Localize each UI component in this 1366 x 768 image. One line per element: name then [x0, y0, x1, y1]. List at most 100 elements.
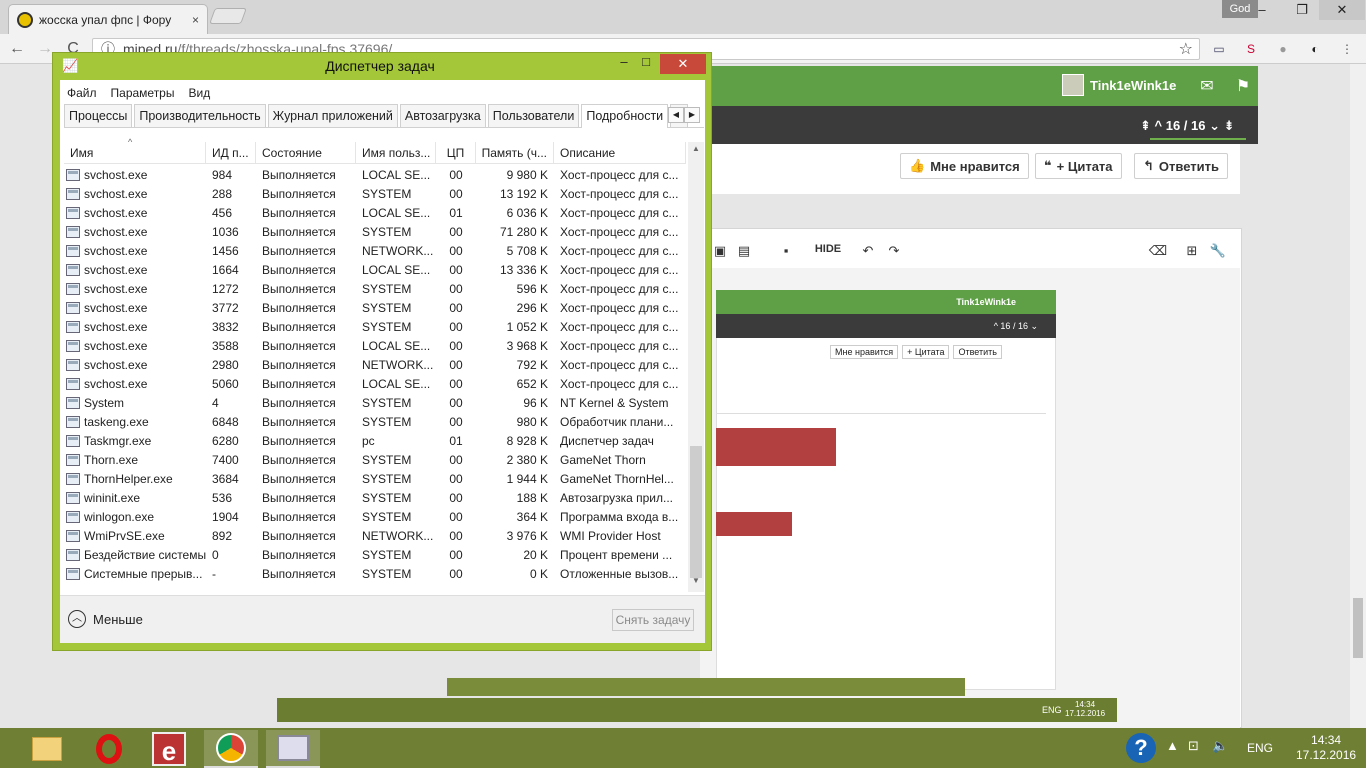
menu-file[interactable]: Файл [67, 86, 97, 100]
browser-tab-active[interactable]: жосска упал фпс | Фору × [8, 4, 208, 34]
wrench-icon[interactable]: 🔧 [1208, 243, 1228, 261]
table-row[interactable]: svchost.exe 2980 Выполняется NETWORK... 00 79… [64, 355, 686, 374]
scroll-down-icon[interactable]: ▼ [688, 576, 704, 590]
task-manager-taskbar-icon[interactable] [266, 730, 320, 768]
language-indicator[interactable]: ENG [1247, 741, 1273, 755]
col-memory[interactable]: Память (ч... [476, 142, 554, 163]
sync-extension-icon[interactable]: ◐ [1306, 40, 1324, 58]
cell-pid: 3772 [212, 300, 239, 315]
menu-kebab-icon[interactable]: ⋮ [1338, 40, 1356, 58]
table-row[interactable]: svchost.exe 1272 Выполняется SYSTEM 00 596 K Х… [64, 279, 686, 298]
close-window-icon[interactable]: ✕ [1319, 0, 1365, 20]
expand-icon[interactable]: ⊞ [1182, 243, 1202, 261]
col-cpu[interactable]: ЦП [436, 142, 476, 163]
clock-date: 17.12.2016 [1296, 748, 1357, 762]
col-description[interactable]: Описание [554, 142, 686, 163]
table-row[interactable]: WmiPrvSE.exe 892 Выполняется NETWORK... 00 3 … [64, 526, 686, 545]
table-row[interactable]: svchost.exe 1036 Выполняется SYSTEM 00 71 280… [64, 222, 686, 241]
tab-app-history[interactable]: Журнал приложений [267, 104, 398, 127]
end-task-button[interactable]: Снять задачу [612, 609, 694, 631]
flag-icon[interactable]: ⚑ [1234, 76, 1252, 95]
undo-icon[interactable]: ↶ [858, 243, 878, 261]
help-icon[interactable]: ? [1126, 733, 1156, 763]
system-clock[interactable]: 14:34 17.12.2016 [1296, 733, 1356, 763]
table-row[interactable]: Thorn.exe 7400 Выполняется SYSTEM 00 2 380 K G… [64, 450, 686, 469]
tab-users[interactable]: Пользователи [487, 104, 580, 127]
table-row[interactable]: Системные прерыв... - Выполняется SYSTEM 00 0… [64, 564, 686, 583]
cast-extension-icon[interactable]: ▭ [1210, 40, 1228, 58]
process-scrollbar-thumb[interactable] [690, 446, 702, 578]
page-navigation[interactable]: ⇞ ^ 16 / 16 ⌄ ⇟ [1140, 118, 1234, 134]
chrome-icon[interactable] [204, 730, 258, 768]
cell-pid: 536 [212, 490, 233, 505]
table-row[interactable]: svchost.exe 456 Выполняется LOCAL SE... 01 6 … [64, 203, 686, 222]
tab-startup[interactable]: Автозагрузка [399, 104, 486, 127]
se-extension-icon[interactable]: S [1242, 40, 1260, 58]
table-row[interactable]: svchost.exe 1456 Выполняется NETWORK... 00 5 … [64, 241, 686, 260]
col-pid[interactable]: ИД п... [206, 142, 256, 163]
col-name[interactable]: Имя [64, 142, 206, 163]
save-draft-icon[interactable]: ▪ [776, 243, 796, 261]
hide-tag-button[interactable]: HIDE [814, 243, 842, 261]
table-row[interactable]: taskeng.exe 6848 Выполняется SYSTEM 00 980 K О… [64, 412, 686, 431]
maximize-window-icon[interactable]: ❐ [1282, 0, 1322, 20]
process-name: svchost.exe [84, 376, 148, 391]
like-button[interactable]: 👍 Мне нравится [900, 153, 1029, 179]
cell-cpu: 00 [449, 509, 463, 524]
menu-view[interactable]: Вид [188, 86, 210, 100]
table-row[interactable]: System 4 Выполняется SYSTEM 00 96 K NT Kernel … [64, 393, 686, 412]
network-icon[interactable]: ⊡ [1188, 738, 1199, 754]
redo-icon[interactable]: ↷ [884, 243, 904, 261]
table-row[interactable]: winlogon.exe 1904 Выполняется SYSTEM 00 364 K… [64, 507, 686, 526]
process-icon [66, 320, 80, 333]
table-row[interactable]: svchost.exe 984 Выполняется LOCAL SE... 00 9 … [64, 165, 686, 184]
table-row[interactable]: svchost.exe 1664 Выполняется LOCAL SE... 00 1… [64, 260, 686, 279]
tab-scroll-left-icon[interactable]: ◀ [668, 107, 684, 123]
eset-icon[interactable]: e [142, 730, 196, 768]
new-tab-button[interactable] [209, 8, 247, 24]
table-row[interactable]: svchost.exe 3588 Выполняется LOCAL SE... 00 3… [64, 336, 686, 355]
quote-button[interactable]: ❝ + Цитата [1035, 153, 1122, 179]
process-list-scrollbar[interactable]: ▲ ▼ [688, 142, 704, 592]
tab-close-icon[interactable]: × [192, 13, 199, 27]
tab-performance[interactable]: Производительность [134, 104, 266, 127]
tab-details[interactable]: Подробности [581, 104, 669, 128]
page-scrollbar-thumb[interactable] [1353, 598, 1363, 658]
menu-options[interactable]: Параметры [111, 86, 175, 100]
col-status[interactable]: Состояние [256, 142, 356, 163]
forum-user-menu[interactable]: Tink1eWink1e [1062, 74, 1176, 96]
col-user[interactable]: Имя польз... [356, 142, 436, 163]
tray-overflow-icon[interactable]: ▲ [1166, 738, 1179, 753]
back-icon[interactable]: ← [6, 38, 28, 60]
tab-scroll-right-icon[interactable]: ▶ [684, 107, 700, 123]
table-row[interactable]: svchost.exe 3832 Выполняется SYSTEM 00 1 052 … [64, 317, 686, 336]
globe-extension-icon[interactable]: ● [1274, 40, 1292, 58]
page-scrollbar[interactable] [1350, 64, 1366, 728]
cell-memory: 3 968 K [506, 338, 548, 353]
reply-button[interactable]: ↰ Ответить [1134, 153, 1228, 179]
table-row[interactable]: Taskmgr.exe 6280 Выполняется pc 01 8 928 K Дис… [64, 431, 686, 450]
tm-minimize-icon[interactable]: – [612, 54, 636, 74]
table-row[interactable]: svchost.exe 3772 Выполняется SYSTEM 00 296 K Х… [64, 298, 686, 317]
file-explorer-icon[interactable] [20, 730, 74, 768]
tab-processes[interactable]: Процессы [64, 104, 133, 127]
media-icon[interactable]: ▤ [734, 243, 754, 261]
eraser-icon[interactable]: ⌫ [1148, 243, 1168, 261]
bookmark-star-icon[interactable]: ☆ [1179, 39, 1193, 59]
table-row[interactable]: svchost.exe 5060 Выполняется LOCAL SE... 00 6… [64, 374, 686, 393]
fewer-details-button[interactable]: ︿ Меньше [68, 610, 143, 628]
opera-icon[interactable] [82, 730, 136, 768]
table-row[interactable]: wininit.exe 536 Выполняется SYSTEM 00 188 K Ав… [64, 488, 686, 507]
cell-memory: 0 K [529, 566, 548, 581]
quote-icon: ❝ [1044, 158, 1052, 173]
mail-icon[interactable]: ✉ [1198, 76, 1216, 95]
table-row[interactable]: ThornHelper.exe 3684 Выполняется SYSTEM 00 1 … [64, 469, 686, 488]
image-icon[interactable]: ▣ [710, 243, 730, 261]
tm-close-icon[interactable]: ✕ [660, 54, 706, 74]
table-row[interactable]: svchost.exe 288 Выполняется SYSTEM 00 13 192 … [64, 184, 686, 203]
minimize-window-icon[interactable]: – [1242, 0, 1282, 20]
tm-maximize-icon[interactable]: □ [634, 54, 658, 74]
volume-icon[interactable]: 🔈 [1212, 738, 1228, 754]
scroll-up-icon[interactable]: ▲ [688, 144, 704, 158]
table-row[interactable]: Бездействие системы 0 Выполняется SYSTEM 00 2… [64, 545, 686, 564]
